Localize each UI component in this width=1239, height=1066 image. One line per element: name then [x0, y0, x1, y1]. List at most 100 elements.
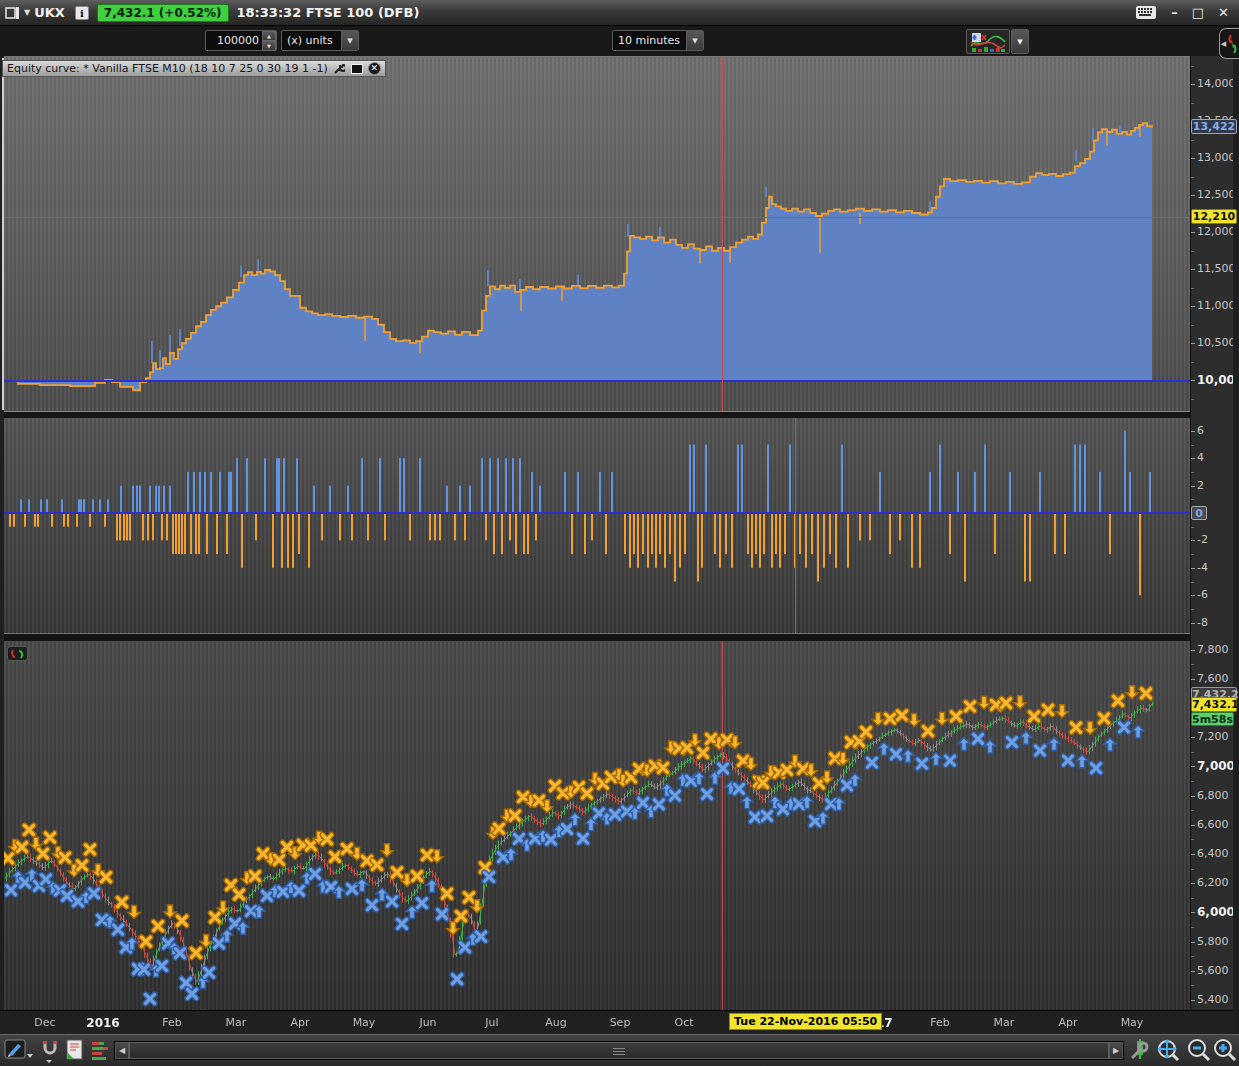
settings-wrench-icon[interactable]	[333, 62, 346, 75]
window-title: 18:33:32 FTSE 100 (DFB)	[237, 5, 420, 20]
y-axis-tick	[1191, 825, 1195, 826]
price-axis[interactable]: 14,00013,50013,00012,50012,00011,50011,0…	[1190, 56, 1233, 1010]
scroll-left-button[interactable]: ◀	[115, 1042, 129, 1059]
y-axis-tick	[1191, 158, 1195, 159]
y-axis-minor-tick	[1191, 985, 1194, 986]
side-tab-caret: ◀	[1221, 40, 1226, 48]
y-axis-minor-tick	[1191, 362, 1194, 363]
y-tick-label: 6	[1197, 425, 1204, 437]
y-axis-tick	[1191, 232, 1195, 233]
y-axis-tick	[1191, 679, 1195, 680]
timeframe-select[interactable]: 10 minutes ▼	[612, 30, 704, 51]
time-axis-month-label: Jun	[400, 1016, 456, 1029]
timeframe-value: 10 minutes	[613, 34, 686, 47]
y-axis-minor-tick	[1191, 66, 1194, 67]
y-axis-minor-tick	[1191, 869, 1194, 870]
y-tick-label: -4	[1197, 562, 1208, 574]
y-tick-label: 7,000	[1197, 760, 1235, 772]
y-tick-label: 14,000	[1197, 78, 1236, 90]
side-panel-tab[interactable]: ◀	[1219, 28, 1239, 59]
y-axis-tick	[1191, 540, 1195, 541]
cursor-date-label: Tue 22-Nov-2016 05:50	[729, 1013, 882, 1030]
y-axis-tick	[1191, 942, 1195, 943]
y-tick-label: 10,500	[1197, 337, 1236, 349]
y-tick-label: 2	[1197, 480, 1204, 492]
magnet-mode-button[interactable]	[38, 1038, 62, 1066]
trade-histogram-panel[interactable]	[4, 418, 1190, 633]
y-tick-label: 6,400	[1197, 848, 1229, 860]
equity-curve-chart[interactable]	[4, 57, 1190, 412]
y-tick-label: 6,000	[1197, 906, 1235, 918]
close-button[interactable]: ✕	[1218, 5, 1229, 20]
y-axis-minor-tick	[1191, 325, 1194, 326]
y-axis-tick	[1191, 854, 1195, 855]
y-axis-minor-tick	[1191, 664, 1194, 665]
quantity-value[interactable]: 100000	[206, 34, 262, 47]
zoom-out-button[interactable]	[1186, 1038, 1212, 1066]
y-axis-minor-tick	[1191, 609, 1194, 610]
y-axis-minor-tick	[1191, 956, 1194, 957]
units-caret[interactable]: ▼	[341, 31, 358, 50]
panel-separator[interactable]	[0, 411, 1190, 418]
notes-button[interactable]	[64, 1038, 86, 1066]
zoom-in-button[interactable]	[1212, 1038, 1238, 1066]
scrollbar-thumb[interactable]	[129, 1042, 1109, 1059]
collapse-icon[interactable]	[351, 64, 363, 74]
info-icon[interactable]: i	[75, 6, 89, 20]
time-scrollbar[interactable]: ◀ ▶	[114, 1041, 1124, 1060]
y-axis-tick	[1191, 623, 1195, 624]
time-axis-month-label: Dec	[17, 1016, 73, 1029]
time-axis-month-label: Apr	[272, 1016, 328, 1029]
price-panel[interactable]	[4, 641, 1190, 1010]
y-tick-label: 7,600	[1197, 673, 1229, 685]
time-axis[interactable]: Tue 22-Nov-2016 05:50 Dec2016FebMarAprMa…	[0, 1010, 1233, 1034]
app-icon	[5, 6, 20, 20]
trade-arrows-icon[interactable]	[7, 646, 28, 661]
time-axis-month-label: Feb	[912, 1016, 968, 1029]
y-axis-tick	[1191, 912, 1195, 913]
maximize-button[interactable]: □	[1192, 5, 1204, 20]
indicator-dropdown-caret[interactable]: ▼	[1011, 29, 1029, 54]
y-axis-tick	[1191, 380, 1195, 381]
y-tick-label: 13,000	[1197, 152, 1236, 164]
y-axis-tick	[1191, 343, 1195, 344]
instrument-dropdown-caret[interactable]: ▼	[24, 8, 30, 17]
time-axis-month-label: Mar	[976, 1016, 1032, 1029]
chart-settings-button[interactable]	[1128, 1038, 1152, 1066]
price-last-badge: 7,432.1	[1191, 697, 1237, 712]
units-select[interactable]: (x) units ▼	[281, 30, 359, 51]
time-axis-year-label: 2016	[75, 1016, 131, 1030]
quote-badge: 7,432.1 (+0.52%)	[97, 4, 229, 22]
indicator-button[interactable]	[966, 29, 1010, 54]
y-axis-minor-tick	[1191, 445, 1194, 446]
close-panel-icon[interactable]: ✕	[368, 62, 381, 75]
y-axis-minor-tick	[1191, 472, 1194, 473]
y-tick-label: -2	[1197, 534, 1208, 546]
time-axis-month-label: Oct	[656, 1016, 712, 1029]
y-tick-label: 6,200	[1197, 877, 1229, 889]
equity-curve-panel[interactable]	[4, 56, 1190, 411]
scroll-right-button[interactable]: ▶	[1109, 1042, 1123, 1059]
y-axis-minor-tick	[1191, 752, 1194, 753]
zoom-fit-button[interactable]	[1154, 1038, 1182, 1066]
y-axis-tick	[1191, 650, 1195, 651]
keyboard-icon[interactable]	[1135, 5, 1157, 20]
draw-tools-button[interactable]	[4, 1038, 34, 1066]
y-axis-minor-tick	[1191, 582, 1194, 583]
y-axis-minor-tick	[1191, 898, 1194, 899]
window-right-frame	[1233, 26, 1239, 1066]
trade-histogram-chart[interactable]	[4, 418, 1190, 633]
y-tick-label: 5,600	[1197, 965, 1229, 977]
y-axis-minor-tick	[1191, 140, 1194, 141]
quantity-spin-buttons[interactable]: ▲ ▼	[262, 31, 276, 50]
quantity-stepper[interactable]: 100000 ▲ ▼	[205, 30, 277, 51]
volume-bars-button[interactable]	[90, 1038, 114, 1066]
price-chart[interactable]	[4, 641, 1190, 1010]
y-tick-label: 7,800	[1197, 644, 1229, 656]
panel-separator[interactable]	[0, 633, 1190, 641]
timeframe-caret[interactable]: ▼	[686, 31, 703, 50]
y-tick-label: 5,800	[1197, 936, 1229, 948]
minimize-button[interactable]: –	[1171, 5, 1178, 20]
y-axis-tick	[1191, 595, 1195, 596]
equity-panel-header: Equity curve: * Vanilla FTSE M10 (18 10 …	[2, 60, 386, 77]
